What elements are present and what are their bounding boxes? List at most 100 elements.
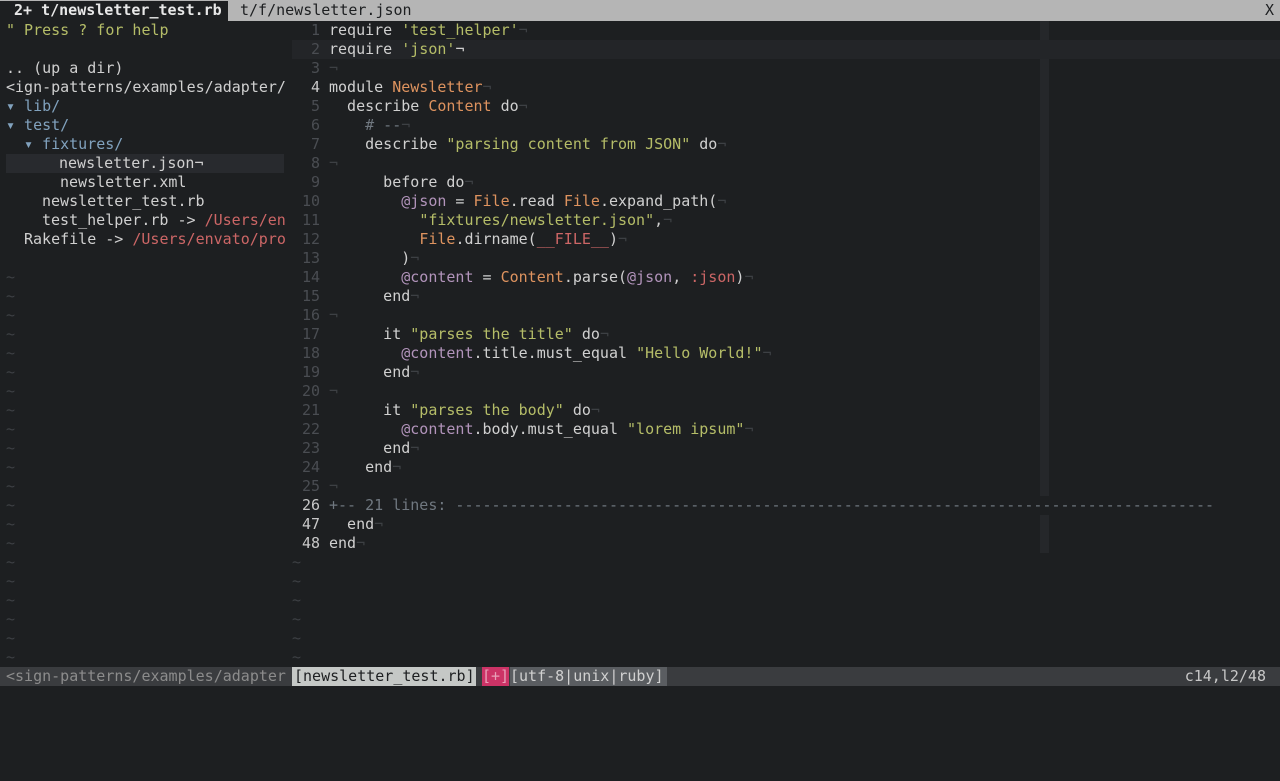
line-number: 48 — [301, 534, 320, 552]
line-number: 20 — [301, 382, 320, 400]
line-number: 24 — [301, 458, 320, 476]
up-a-dir[interactable]: .. (up a dir) — [6, 59, 123, 78]
status-modified-flag: [+] — [482, 667, 510, 686]
empty-line-marker: ~ — [292, 610, 302, 628]
tree-file-item[interactable]: Rakefile -> /Users/envato/pro — [24, 230, 286, 249]
empty-line-marker: ~ — [6, 572, 16, 590]
close-tab-icon[interactable]: X — [1265, 1, 1274, 20]
tree-file-item[interactable]: newsletter.json¬ — [6, 154, 284, 173]
code-line[interactable]: ¬ — [329, 306, 338, 325]
code-line[interactable]: @content.title.must_equal "Hello World!"… — [329, 344, 771, 363]
tree-item-label: newsletter.xml — [60, 173, 187, 191]
code-line[interactable]: @content.body.must_equal "lorem ipsum"¬ — [329, 420, 753, 439]
code-line[interactable]: it "parses the body" do¬ — [329, 401, 600, 420]
code-line[interactable]: @json = File.read File.expand_path(¬ — [329, 192, 726, 211]
empty-line-marker: ~ — [292, 629, 302, 647]
empty-line-marker: ~ — [292, 648, 302, 666]
code-line[interactable]: File.dirname(__FILE__)¬ — [329, 230, 627, 249]
line-number: 9 — [310, 173, 320, 191]
code-line[interactable]: end¬ — [329, 363, 419, 382]
tree-symlink-target: /Users/envato/pro — [132, 230, 286, 248]
code-line[interactable]: describe Content do¬ — [329, 97, 528, 116]
tree-dir-item[interactable]: ▾ fixtures/ — [24, 135, 123, 154]
code-line[interactable]: end¬ — [329, 534, 365, 553]
code-line[interactable]: require 'test_helper'¬ — [329, 21, 528, 40]
empty-line-marker: ~ — [6, 458, 16, 476]
color-column — [1040, 21, 1049, 496]
tree-item-label: ▾ lib/ — [6, 97, 61, 115]
line-number: 12 — [301, 230, 320, 248]
line-number: 15 — [301, 287, 320, 305]
tree-item-label: test_helper.rb -> — [42, 211, 205, 229]
tree-file-item[interactable]: newsletter_test.rb — [42, 192, 205, 211]
code-editor[interactable]: 1 require 'test_helper'¬ 2 require 'json'¬ 3… — [292, 21, 1280, 667]
empty-line-marker: ~ — [6, 363, 16, 381]
empty-line-marker: ~ — [6, 534, 16, 552]
code-line[interactable]: end¬ — [329, 287, 419, 306]
code-line[interactable]: end¬ — [329, 515, 383, 534]
empty-line-marker: ~ — [292, 553, 302, 571]
code-line[interactable]: end¬ — [329, 458, 401, 477]
tab-newsletter-test[interactable]: 2+ t/newsletter_test.rb — [0, 1, 228, 21]
code-line[interactable]: ¬ — [329, 477, 338, 496]
line-number: 1 — [310, 21, 320, 39]
line-number: 11 — [301, 211, 320, 229]
line-number: 26 — [301, 496, 320, 514]
empty-line-marker: ~ — [6, 306, 16, 324]
line-number: 8 — [310, 154, 320, 172]
empty-line-marker: ~ — [6, 325, 16, 343]
line-number: 2 — [310, 40, 320, 58]
tree-root-path[interactable]: <ign-patterns/examples/adapter/ — [6, 78, 286, 97]
empty-line-marker: ~ — [6, 439, 16, 457]
tree-item-label: ▾ fixtures/ — [24, 135, 124, 153]
color-column-lower — [1040, 515, 1049, 553]
line-number: 14 — [301, 268, 320, 286]
code-line[interactable]: @content = Content.parse(@json, :json)¬ — [329, 268, 753, 287]
code-line[interactable]: end¬ — [329, 439, 419, 458]
tree-dir-item[interactable]: ▾ test/ — [6, 116, 69, 135]
empty-line-marker: ~ — [6, 268, 16, 286]
empty-line-marker: ~ — [6, 401, 16, 419]
empty-line-marker: ~ — [6, 344, 16, 362]
status-cursor-position: c14,l2/48 — [1184, 667, 1266, 685]
tree-item-label: newsletter_test.rb — [42, 192, 205, 210]
code-line[interactable]: before do¬ — [329, 173, 473, 192]
empty-line-marker: ~ — [6, 515, 16, 533]
code-line[interactable]: module Newsletter¬ — [329, 78, 492, 97]
empty-line-marker: ~ — [6, 591, 16, 609]
code-line[interactable]: ¬ — [329, 154, 338, 173]
tree-item-label: Rakefile -> — [24, 230, 133, 248]
empty-line-marker: ~ — [292, 591, 302, 609]
status-fileinfo: [utf-8|unix|ruby] — [510, 667, 667, 686]
code-line[interactable]: # --¬ — [329, 116, 410, 135]
code-line[interactable]: describe "parsing content from JSON" do¬ — [329, 135, 726, 154]
line-number: 6 — [310, 116, 320, 134]
tab-newsletter-json[interactable]: t/f/newsletter.json — [234, 1, 418, 21]
command-line[interactable] — [0, 686, 1280, 720]
empty-line-marker: ~ — [6, 420, 16, 438]
empty-line-marker: ~ — [6, 648, 16, 666]
line-number: 10 — [301, 192, 320, 210]
tree-item-label: newsletter.json¬ — [59, 154, 204, 172]
empty-line-marker: ~ — [6, 629, 16, 647]
code-line[interactable]: ¬ — [329, 382, 338, 401]
code-line[interactable]: ¬ — [329, 59, 338, 78]
status-cwd: <sign-patterns/examples/adapter — [6, 667, 286, 685]
line-number: 17 — [301, 325, 320, 343]
line-number: 25 — [301, 477, 320, 495]
code-line[interactable]: require 'json'¬ — [329, 40, 464, 59]
tree-dir-item[interactable]: ▾ lib/ — [6, 97, 60, 116]
tree-file-item[interactable]: test_helper.rb -> /Users/en — [42, 211, 286, 230]
tree-file-item[interactable]: newsletter.xml — [60, 173, 186, 192]
line-number: 18 — [301, 344, 320, 362]
fold-marker-line[interactable]: +-- 21 lines: --------------------------… — [329, 496, 1214, 515]
empty-line-marker: ~ — [6, 553, 16, 571]
empty-line-marker: ~ — [6, 496, 16, 514]
line-number: 4 — [310, 78, 320, 96]
code-line[interactable]: it "parses the title" do¬ — [329, 325, 609, 344]
status-filename: [newsletter_test.rb] — [292, 667, 476, 686]
nerdtree-panel: " Press ? for help .. (up a dir) <ign-pa… — [0, 21, 287, 667]
code-line[interactable]: )¬ — [329, 249, 419, 268]
code-line[interactable]: "fixtures/newsletter.json",¬ — [329, 211, 672, 230]
line-number: 16 — [301, 306, 320, 324]
